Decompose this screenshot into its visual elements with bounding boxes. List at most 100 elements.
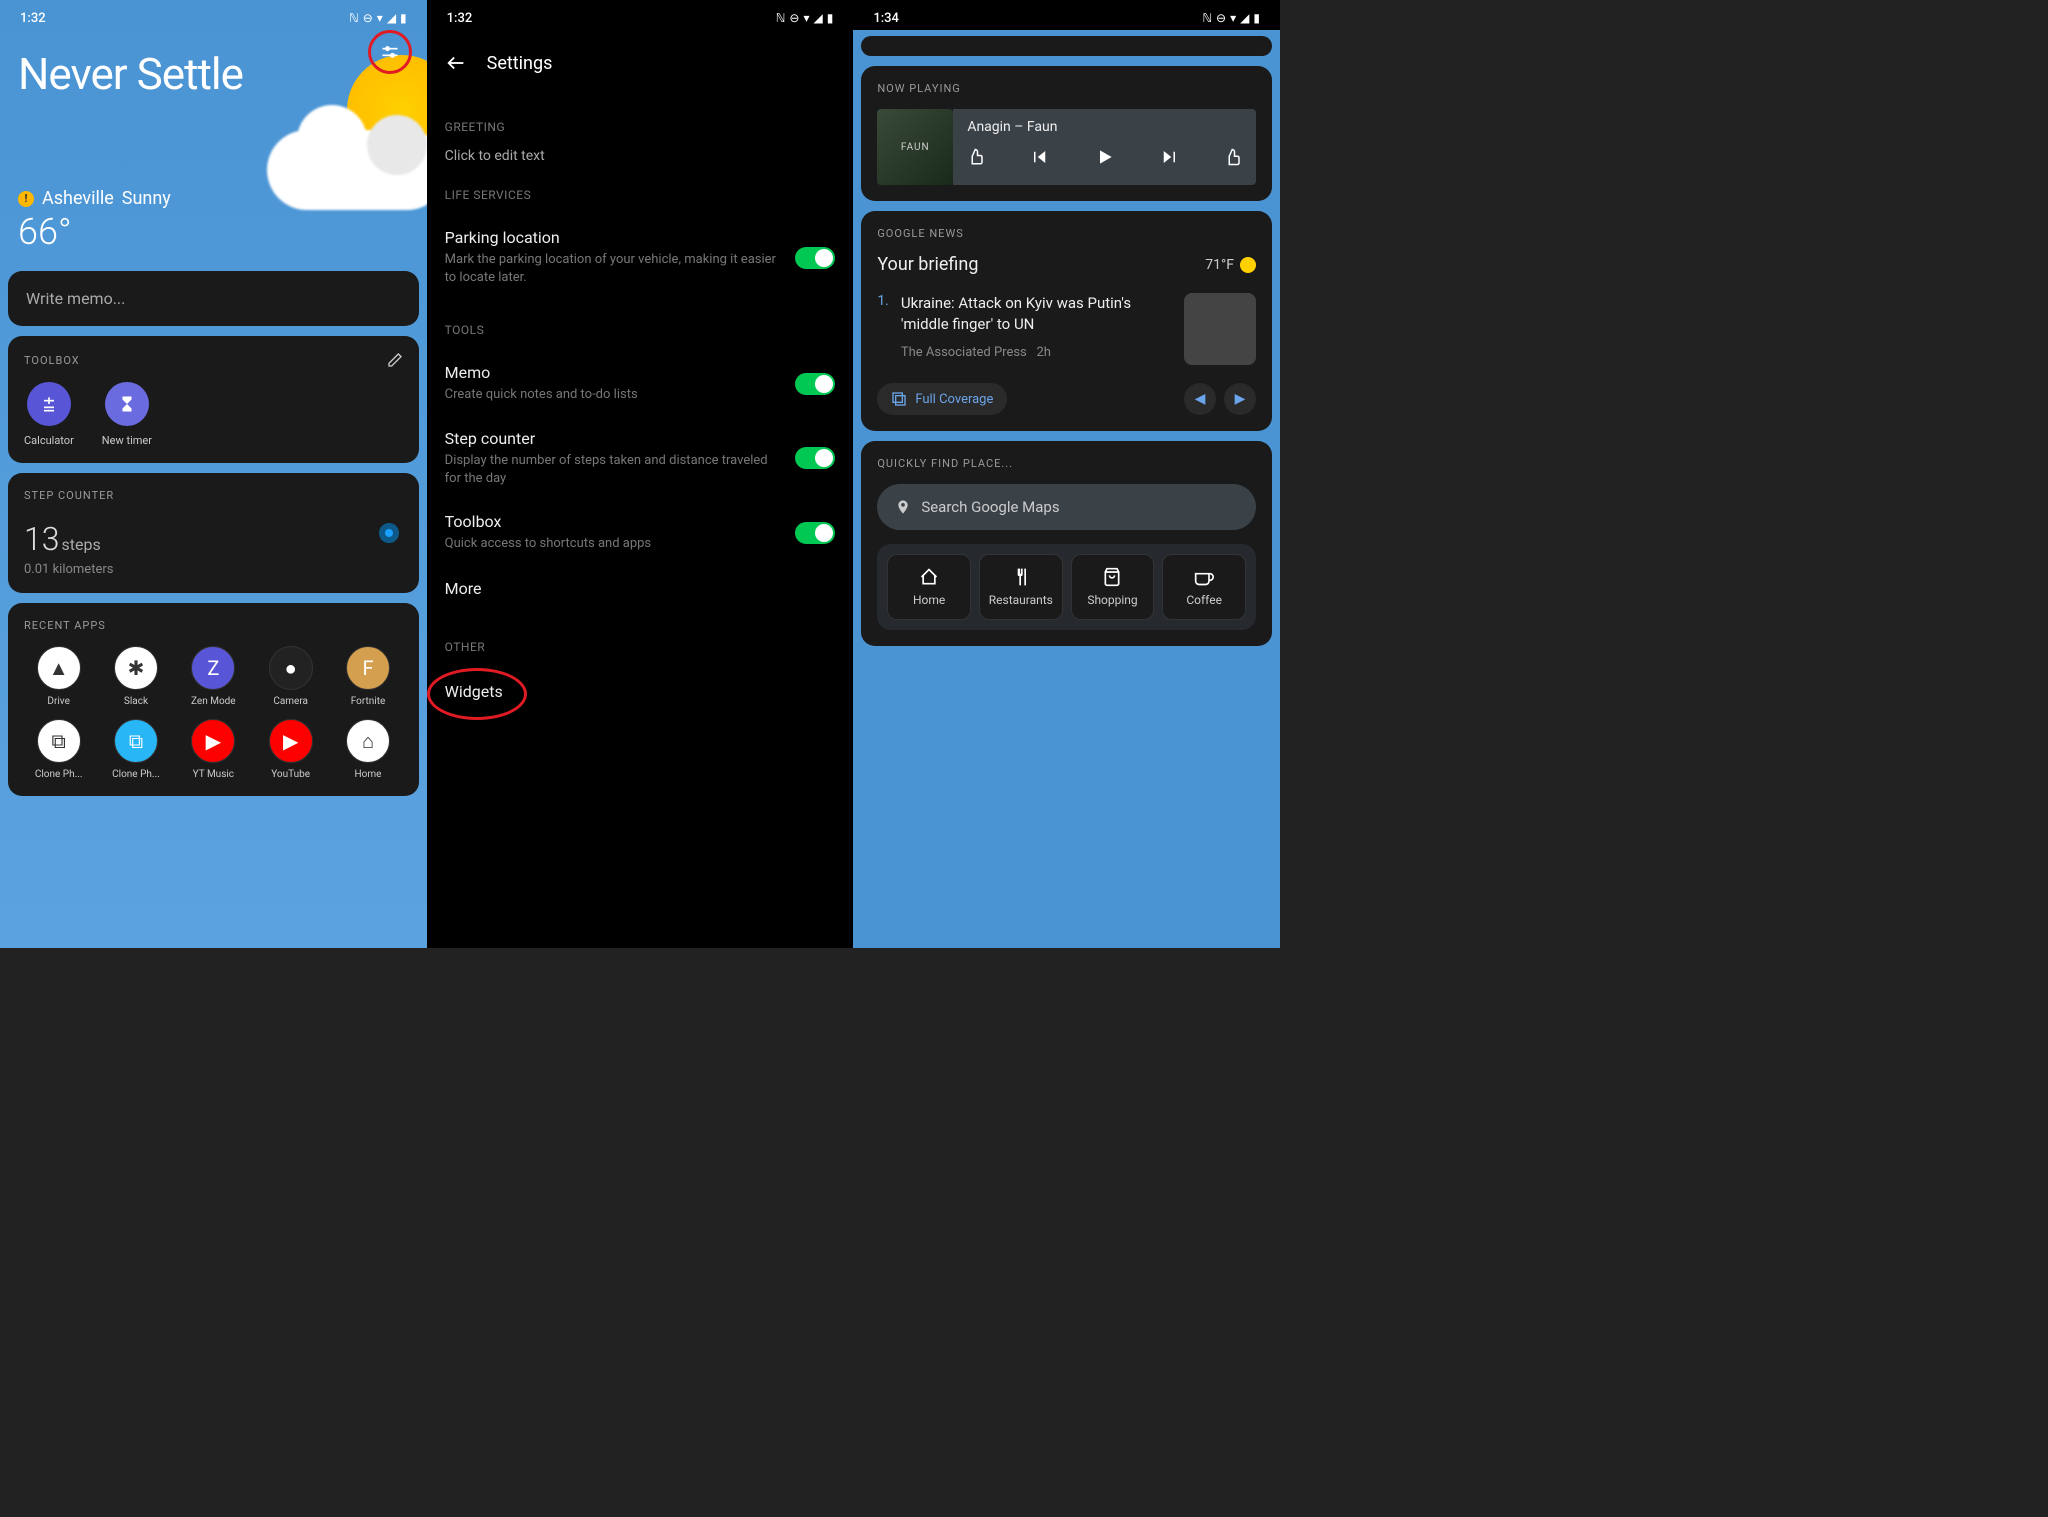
news-next-button[interactable]: ▶: [1224, 383, 1256, 415]
coffee-icon: [1194, 567, 1214, 587]
toggle-toolbox[interactable]: [795, 522, 835, 544]
wifi-icon: ▾: [803, 11, 809, 25]
thumbs-down-button[interactable]: [967, 148, 985, 166]
row-widgets[interactable]: Widgets: [427, 668, 854, 719]
place-label: Home: [913, 593, 945, 607]
map-pin-icon: [895, 499, 911, 515]
status-bar: 1:34 ℕ ⊖ ▾ ◢ ▮: [853, 0, 1280, 30]
briefing-temp: 71°F: [1205, 257, 1234, 273]
news-source: The Associated Press: [901, 345, 1027, 360]
place-label: Coffee: [1186, 593, 1222, 607]
status-time: 1:32: [20, 11, 46, 26]
app-item[interactable]: ▲Drive: [24, 646, 93, 707]
status-icons: ℕ ⊖ ▾ ◢ ▮: [349, 11, 407, 25]
app-item[interactable]: ●Camera: [256, 646, 325, 707]
battery-icon: ▮: [1253, 11, 1260, 25]
status-time: 1:34: [873, 11, 899, 26]
place-home-button[interactable]: Home: [887, 554, 971, 620]
find-place-card: QUICKLY FIND PLACE... Search Google Maps…: [861, 441, 1272, 646]
home-icon: [919, 567, 939, 587]
app-label: YT Music: [193, 769, 234, 780]
briefing-weather[interactable]: 71°F: [1205, 257, 1256, 273]
sun-icon: [1240, 257, 1256, 273]
maps-search-input[interactable]: Search Google Maps: [877, 484, 1256, 530]
row-step-counter[interactable]: Step counter Display the number of steps…: [427, 417, 854, 500]
place-restaurants-button[interactable]: Restaurants: [979, 554, 1063, 620]
battery-icon: ▮: [827, 11, 834, 25]
row-more[interactable]: More: [427, 565, 854, 616]
app-label: YouTube: [271, 769, 310, 780]
app-icon: ✱: [114, 646, 158, 690]
weather-location: Asheville: [42, 188, 114, 209]
row-toolbox[interactable]: Toolbox Quick access to shortcuts and ap…: [427, 500, 854, 565]
tune-icon: [380, 42, 400, 62]
tool-calculator[interactable]: Calculator: [24, 382, 74, 447]
toolbox-card: TOOLBOX Calculator New timer: [8, 336, 419, 463]
place-shopping-button[interactable]: Shopping: [1071, 554, 1155, 620]
app-item[interactable]: ▶YouTube: [256, 719, 325, 780]
coverage-icon: [891, 391, 907, 407]
google-news-card: GOOGLE NEWS Your briefing 71°F 1. Ukrain…: [861, 211, 1272, 431]
app-label: Home: [355, 769, 382, 780]
app-label: Clone Ph...: [112, 769, 160, 780]
row-memo[interactable]: Memo Create quick notes and to-do lists: [427, 351, 854, 416]
back-button[interactable]: [445, 52, 467, 74]
app-item[interactable]: ▶ YT Music: [179, 719, 248, 780]
memo-input[interactable]: Write memo...: [8, 271, 419, 326]
shopping-icon: [1102, 567, 1122, 587]
row-desc: Display the number of steps taken and di…: [445, 452, 782, 488]
cloud-graphic: [267, 130, 427, 210]
app-item[interactable]: ⧉ Clone Ph...: [101, 719, 170, 780]
nfc-icon: ℕ: [776, 11, 786, 25]
album-art[interactable]: FAUN: [877, 109, 953, 185]
app-icon: ▲: [37, 646, 81, 690]
row-parking[interactable]: Parking location Mark the parking locati…: [427, 216, 854, 299]
news-prev-button[interactable]: ◀: [1184, 383, 1216, 415]
status-icons: ℕ ⊖ ▾ ◢ ▮: [776, 11, 834, 25]
step-map-graphic: [379, 523, 399, 543]
steps-count: 13: [24, 520, 60, 558]
app-item[interactable]: ZZen Mode: [179, 646, 248, 707]
status-bar: 1:32 ℕ ⊖ ▾ ◢ ▮: [0, 0, 427, 30]
battery-icon: ▮: [400, 11, 407, 25]
next-button[interactable]: [1160, 148, 1178, 166]
full-coverage-label: Full Coverage: [915, 392, 993, 407]
prev-button[interactable]: [1031, 148, 1049, 166]
toggle-memo[interactable]: [795, 373, 835, 395]
signal-icon: ◢: [387, 11, 396, 25]
nfc-icon: ℕ: [349, 11, 359, 25]
track-title: Anagin – Faun: [967, 119, 1242, 135]
news-item[interactable]: 1. Ukraine: Attack on Kyiv was Putin's '…: [877, 293, 1256, 365]
briefing-title: Your briefing: [877, 254, 978, 275]
app-icon: ⧉: [114, 719, 158, 763]
maps-placeholder: Search Google Maps: [921, 498, 1059, 516]
row-title: Toolbox: [445, 512, 782, 531]
app-icon: ▶: [191, 719, 235, 763]
app-item[interactable]: ✱Slack: [101, 646, 170, 707]
tool-label: New timer: [102, 434, 152, 447]
toggle-parking[interactable]: [795, 247, 835, 269]
edit-icon[interactable]: [387, 352, 403, 368]
place-coffee-button[interactable]: Coffee: [1162, 554, 1246, 620]
row-title: Memo: [445, 363, 782, 382]
news-thumbnail: [1184, 293, 1256, 365]
status-icons: ℕ ⊖ ▾ ◢ ▮: [1202, 11, 1260, 25]
settings-tune-button[interactable]: [368, 30, 412, 74]
row-desc: Create quick notes and to-do lists: [445, 386, 782, 404]
section-other: OTHER: [427, 616, 854, 668]
greeting-edit-row[interactable]: Click to edit text: [427, 148, 854, 164]
toggle-step[interactable]: [795, 447, 835, 469]
status-time: 1:32: [447, 11, 473, 26]
tool-timer[interactable]: New timer: [102, 382, 152, 447]
thumbs-up-button[interactable]: [1224, 148, 1242, 166]
full-coverage-button[interactable]: Full Coverage: [877, 383, 1007, 415]
app-item[interactable]: ⌂Home: [333, 719, 402, 780]
row-desc: Quick access to shortcuts and apps: [445, 535, 782, 553]
place-label: Restaurants: [989, 593, 1053, 607]
play-button[interactable]: [1095, 147, 1115, 167]
app-item[interactable]: FFortnite: [333, 646, 402, 707]
step-counter-card[interactable]: STEP COUNTER 13steps 0.01 kilometers: [8, 473, 419, 593]
app-item[interactable]: ⧉Clone Ph...: [24, 719, 93, 780]
section-greeting: GREETING: [427, 96, 854, 148]
steps-distance: 0.01 kilometers: [24, 562, 403, 577]
